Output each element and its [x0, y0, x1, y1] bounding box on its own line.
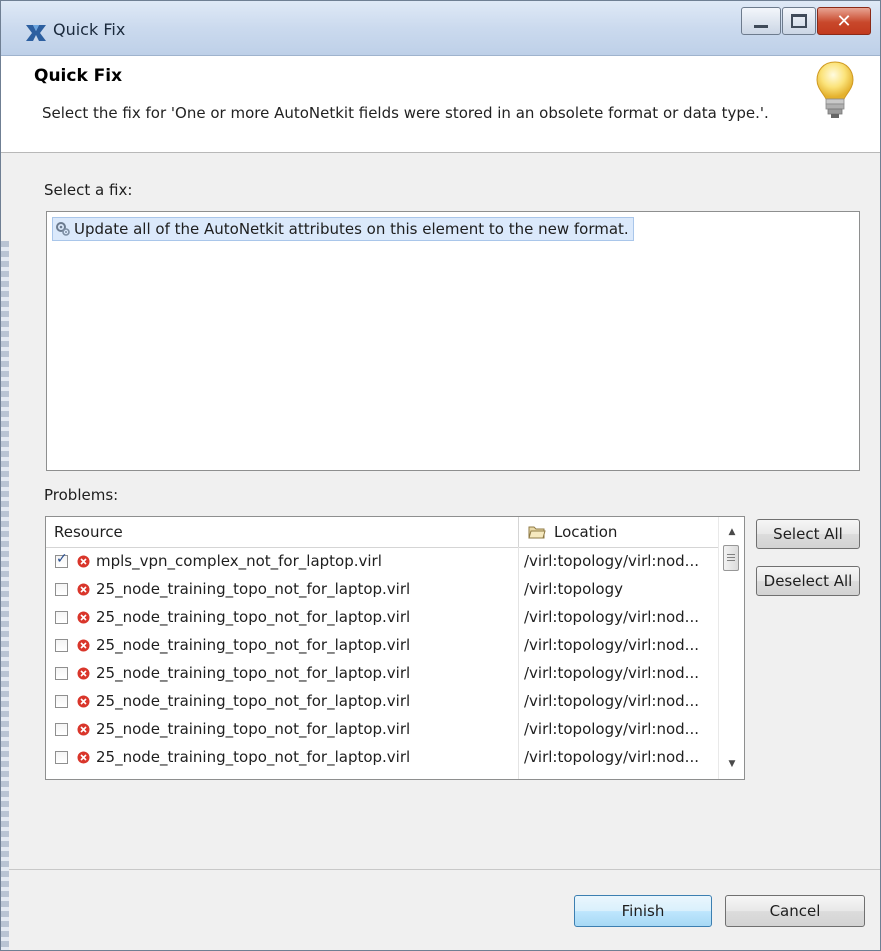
- row-checkbox[interactable]: [55, 611, 68, 624]
- folder-icon: [528, 526, 546, 539]
- dialog-body: Select a fix: Update all of the AutoNetk…: [1, 153, 880, 869]
- quick-fix-dialog: Quick Fix ✕ Quick Fix Select the fix for…: [0, 0, 881, 951]
- table-row[interactable]: 25_node_training_topo_not_for_laptop.vir…: [46, 576, 718, 604]
- maximize-button[interactable]: [782, 7, 816, 35]
- error-icon: [77, 695, 90, 708]
- location-cell: /virl:topology: [524, 580, 623, 598]
- cancel-button[interactable]: Cancel: [725, 895, 865, 927]
- scroll-down-arrow-icon[interactable]: ▼: [719, 753, 744, 775]
- close-button[interactable]: ✕: [817, 7, 871, 35]
- location-cell: /virl:topology/virl:nod...: [524, 552, 699, 570]
- resource-cell: 25_node_training_topo_not_for_laptop.vir…: [96, 748, 411, 766]
- resource-cell: 25_node_training_topo_not_for_laptop.vir…: [96, 608, 411, 626]
- table-row[interactable]: 25_node_training_topo_not_for_laptop.vir…: [46, 660, 718, 688]
- row-checkbox[interactable]: [55, 695, 68, 708]
- error-icon: [77, 639, 90, 652]
- table-row[interactable]: 25_node_training_topo_not_for_laptop.vir…: [46, 604, 718, 632]
- problems-table[interactable]: Resource Location mpls_vpn_complex_not_f…: [45, 516, 745, 780]
- close-icon: ✕: [836, 10, 852, 32]
- dialog-footer: Finish Cancel: [1, 870, 880, 950]
- table-header: Resource Location: [46, 517, 718, 548]
- deselect-all-button[interactable]: Deselect All: [756, 566, 860, 596]
- fix-item[interactable]: Update all of the AutoNetkit attributes …: [52, 217, 634, 241]
- table-row[interactable]: 25_node_training_topo_not_for_laptop.vir…: [46, 716, 718, 744]
- row-checkbox[interactable]: [55, 723, 68, 736]
- row-checkbox[interactable]: [55, 583, 68, 596]
- row-checkbox[interactable]: [55, 751, 68, 764]
- table-row[interactable]: 25_node_training_topo_not_for_laptop.vir…: [46, 632, 718, 660]
- select-all-button[interactable]: Select All: [756, 519, 860, 549]
- header-title: Quick Fix: [34, 66, 123, 86]
- error-icon: [77, 611, 90, 624]
- location-cell: /virl:topology/virl:nod...: [524, 692, 699, 710]
- resource-cell: 25_node_training_topo_not_for_laptop.vir…: [96, 580, 411, 598]
- column-header-resource[interactable]: Resource: [54, 517, 123, 547]
- minimize-icon: [754, 24, 768, 28]
- resource-cell: 25_node_training_topo_not_for_laptop.vir…: [96, 636, 411, 654]
- row-checkbox[interactable]: [55, 667, 68, 680]
- table-row[interactable]: mpls_vpn_complex_not_for_laptop.virl /vi…: [46, 548, 718, 576]
- resource-cell: 25_node_training_topo_not_for_laptop.vir…: [96, 664, 411, 682]
- dialog-header: Quick Fix Select the fix for 'One or mor…: [1, 56, 880, 153]
- location-cell: /virl:topology/virl:nod...: [524, 664, 699, 682]
- window-edge-decoration: [1, 241, 9, 950]
- row-checkbox[interactable]: [55, 551, 68, 568]
- resource-cell: mpls_vpn_complex_not_for_laptop.virl: [96, 552, 382, 570]
- minimize-button[interactable]: [741, 7, 781, 35]
- location-cell: /virl:topology/virl:nod...: [524, 636, 699, 654]
- table-rows: mpls_vpn_complex_not_for_laptop.virl /vi…: [46, 548, 718, 772]
- error-icon: [77, 723, 90, 736]
- scroll-up-arrow-icon[interactable]: ▲: [719, 521, 744, 543]
- location-cell: /virl:topology/virl:nod...: [524, 608, 699, 626]
- window-title: Quick Fix: [53, 20, 126, 39]
- fix-item-label: Update all of the AutoNetkit attributes …: [74, 220, 629, 238]
- fix-list[interactable]: Update all of the AutoNetkit attributes …: [46, 211, 860, 471]
- maximize-icon: [791, 14, 807, 28]
- scrollbar-thumb[interactable]: [723, 545, 739, 571]
- gear-quickfix-icon: [56, 222, 70, 236]
- header-description: Select the fix for 'One or more AutoNetk…: [42, 104, 769, 122]
- title-bar[interactable]: Quick Fix ✕: [1, 1, 880, 56]
- row-checkbox[interactable]: [55, 639, 68, 652]
- location-cell: /virl:topology/virl:nod...: [524, 748, 699, 766]
- error-icon: [77, 667, 90, 680]
- problems-label: Problems:: [44, 486, 119, 504]
- table-row[interactable]: 25_node_training_topo_not_for_laptop.vir…: [46, 744, 718, 772]
- location-header-label: Location: [554, 523, 618, 541]
- error-icon: [77, 583, 90, 596]
- table-row[interactable]: 25_node_training_topo_not_for_laptop.vir…: [46, 688, 718, 716]
- app-icon: [26, 25, 46, 41]
- column-header-location[interactable]: Location: [528, 517, 617, 547]
- resource-cell: 25_node_training_topo_not_for_laptop.vir…: [96, 692, 411, 710]
- column-divider[interactable]: [518, 517, 519, 547]
- error-icon: [77, 751, 90, 764]
- error-icon: [77, 555, 90, 568]
- resource-cell: 25_node_training_topo_not_for_laptop.vir…: [96, 720, 411, 738]
- vertical-scrollbar[interactable]: ▲ ▼: [718, 517, 744, 779]
- select-fix-label: Select a fix:: [44, 181, 133, 199]
- lightbulb-icon: [816, 61, 854, 118]
- finish-button[interactable]: Finish: [574, 895, 712, 927]
- location-cell: /virl:topology/virl:nod...: [524, 720, 699, 738]
- grip-icon: [727, 554, 735, 562]
